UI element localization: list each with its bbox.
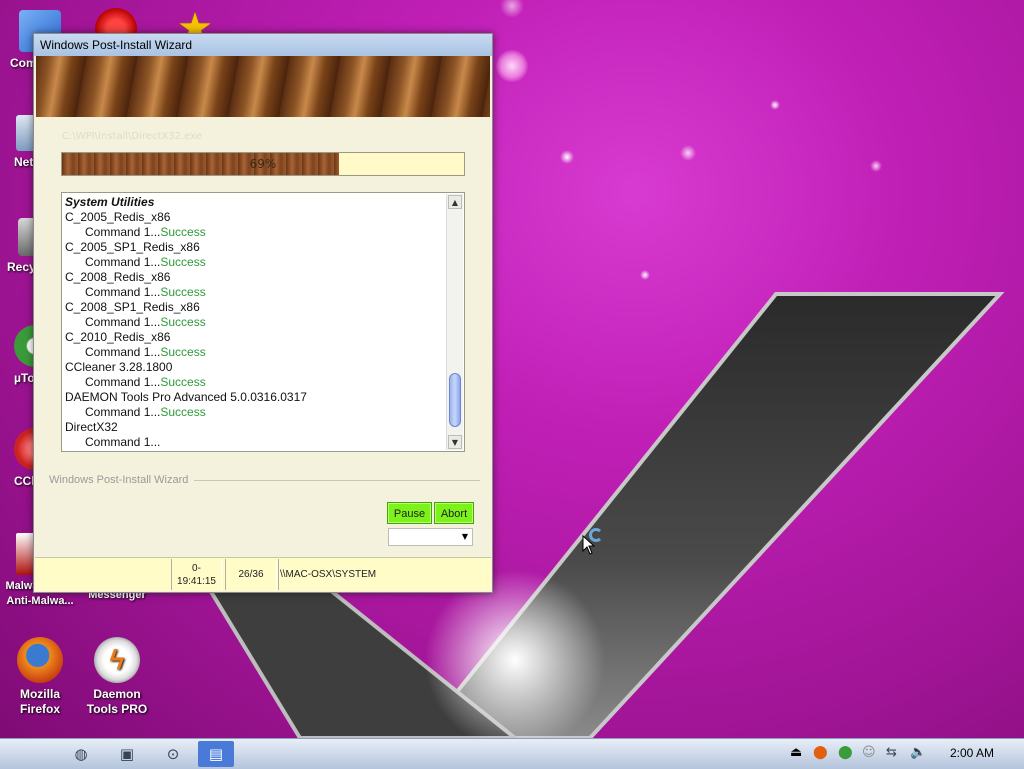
log-text: C_2005_Redis_x86 — [65, 210, 171, 224]
globe-icon[interactable]: ◍ — [63, 741, 99, 767]
log-status: Success — [160, 375, 206, 389]
abort-button[interactable]: Abort — [434, 502, 474, 524]
log-text: Command 1... — [85, 285, 161, 299]
log-text: C_2005_SP1_Redis_x86 — [65, 240, 200, 254]
log-text: Command 1... — [85, 315, 161, 329]
daemon-tools-icon: ϟ — [94, 637, 140, 683]
log-command-line: Command 1...Success — [65, 375, 444, 390]
utorrent-tray-icon[interactable]: ⬤ — [838, 745, 853, 760]
wpi-window: Windows Post-Install Wizard C:\WPI\Insta… — [33, 33, 493, 593]
log-item: CCleaner 3.28.1800 — [65, 360, 444, 375]
log-text: Command 1... — [85, 375, 161, 389]
log-command-line: Command 1...Success — [65, 405, 444, 420]
taskbar: ◍ ▣ ⊙ ▤ ⏏ ⬤ ⬤ ☺ ⇆ 🔈 2:00 AM — [0, 738, 1024, 769]
log-command-line: Command 1...Success — [65, 255, 444, 270]
log-item: C_2005_Redis_x86 — [65, 210, 444, 225]
network-tray-icon[interactable]: ⇆ — [886, 745, 897, 760]
log-item: C_2008_Redis_x86 — [65, 270, 444, 285]
install-log[interactable]: System Utilities C_2005_Redis_x86 Command … — [61, 192, 465, 452]
status-machine: \\MAC-OSX\SYSTEM — [278, 559, 490, 590]
busy-spinner-icon — [589, 528, 603, 542]
log-text: Command 1... — [85, 435, 161, 449]
log-command-line: Command 1... — [65, 435, 444, 450]
apple-menu-icon[interactable] — [10, 741, 46, 767]
log-text: DirectX32 — [65, 420, 118, 434]
pause-button[interactable]: Pause — [387, 502, 432, 524]
log-status: Success — [160, 285, 206, 299]
log-text: Command 1... — [85, 405, 161, 419]
status-item-count: 26/36 — [225, 559, 277, 590]
log-status: Success — [160, 345, 206, 359]
search-app-icon[interactable]: ⊙ — [155, 741, 191, 767]
log-command-line: Command 1...Success — [65, 315, 444, 330]
install-progress-bar: 69% — [61, 152, 465, 176]
log-item: DAEMON Tools Pro Advanced 5.0.0316.0317 — [65, 390, 444, 405]
progress-percent: 69% — [249, 157, 277, 171]
log-status: Success — [160, 405, 206, 419]
desktop-icon-label: Mozilla Firefox — [19, 687, 60, 716]
firefox-icon — [17, 637, 63, 683]
log-text: C_2008_SP1_Redis_x86 — [65, 300, 200, 314]
messenger-tray-icon[interactable]: ☺ — [862, 745, 876, 760]
window-title[interactable]: Windows Post-Install Wizard — [34, 34, 492, 56]
log-text: Command 1... — [85, 345, 161, 359]
log-command-line: Command 1...Success — [65, 345, 444, 360]
desktop-icon-daemon-tools[interactable]: ϟ Daemon Tools PRO — [77, 637, 157, 717]
group-box-divider — [194, 480, 480, 481]
log-status: Success — [160, 315, 206, 329]
alert-icon[interactable]: ⬤ — [813, 745, 828, 760]
log-text: C_2010_Redis_x86 — [65, 330, 171, 344]
taskbar-wizard-app-icon[interactable]: ▤ — [198, 741, 234, 767]
desktop-icon-firefox[interactable]: Mozilla Firefox — [0, 637, 80, 717]
chevron-down-icon: ▼ — [461, 532, 468, 541]
log-text: Command 1... — [85, 225, 161, 239]
taskbar-clock[interactable]: 2:00 AM — [950, 746, 994, 760]
log-text: C_2008_Redis_x86 — [65, 270, 171, 284]
folder-icon[interactable]: ▣ — [109, 741, 145, 767]
log-item: C_2008_SP1_Redis_x86 — [65, 300, 444, 315]
current-file-path: C:\WPI\Install\DirectX32.exe — [62, 131, 202, 142]
status-elapsed-line1: 0- — [192, 563, 201, 574]
group-box-label: Windows Post-Install Wizard — [49, 474, 189, 486]
status-bar: 0- 19:41:15 26/36 \\MAC-OSX\SYSTEM — [35, 557, 491, 591]
status-elapsed-line2: 19:41:15 — [177, 576, 216, 587]
wizard-banner — [36, 56, 490, 117]
scroll-thumb[interactable] — [449, 373, 461, 427]
status-elapsed-time: 0- 19:41:15 — [171, 559, 222, 590]
log-status: Success — [160, 225, 206, 239]
log-item: C_2010_Redis_x86 — [65, 330, 444, 345]
log-text: CCleaner 3.28.1800 — [65, 360, 173, 374]
desktop-icon-label: Daemon Tools PRO — [86, 687, 148, 716]
options-dropdown[interactable]: ▼ — [388, 528, 473, 546]
log-status: Success — [160, 255, 206, 269]
log-text: DAEMON Tools Pro Advanced 5.0.0316.0317 — [65, 390, 307, 404]
log-item: C_2005_SP1_Redis_x86 — [65, 240, 444, 255]
log-command-line: Command 1...Success — [65, 285, 444, 300]
log-scrollbar[interactable]: ▲ ▼ — [446, 194, 463, 450]
log-category: System Utilities — [65, 195, 444, 210]
log-command-line: Command 1...Success — [65, 225, 444, 240]
log-lines: System Utilities C_2005_Redis_x86 Command … — [65, 195, 444, 450]
scroll-down-arrow-icon[interactable]: ▼ — [448, 435, 462, 449]
eject-icon[interactable]: ⏏ — [790, 745, 802, 760]
volume-muted-icon[interactable]: 🔈 — [910, 745, 926, 760]
log-item: DirectX32 — [65, 420, 444, 435]
log-text: System Utilities — [65, 195, 155, 209]
scroll-up-arrow-icon[interactable]: ▲ — [448, 195, 462, 209]
log-text: Command 1... — [85, 255, 161, 269]
